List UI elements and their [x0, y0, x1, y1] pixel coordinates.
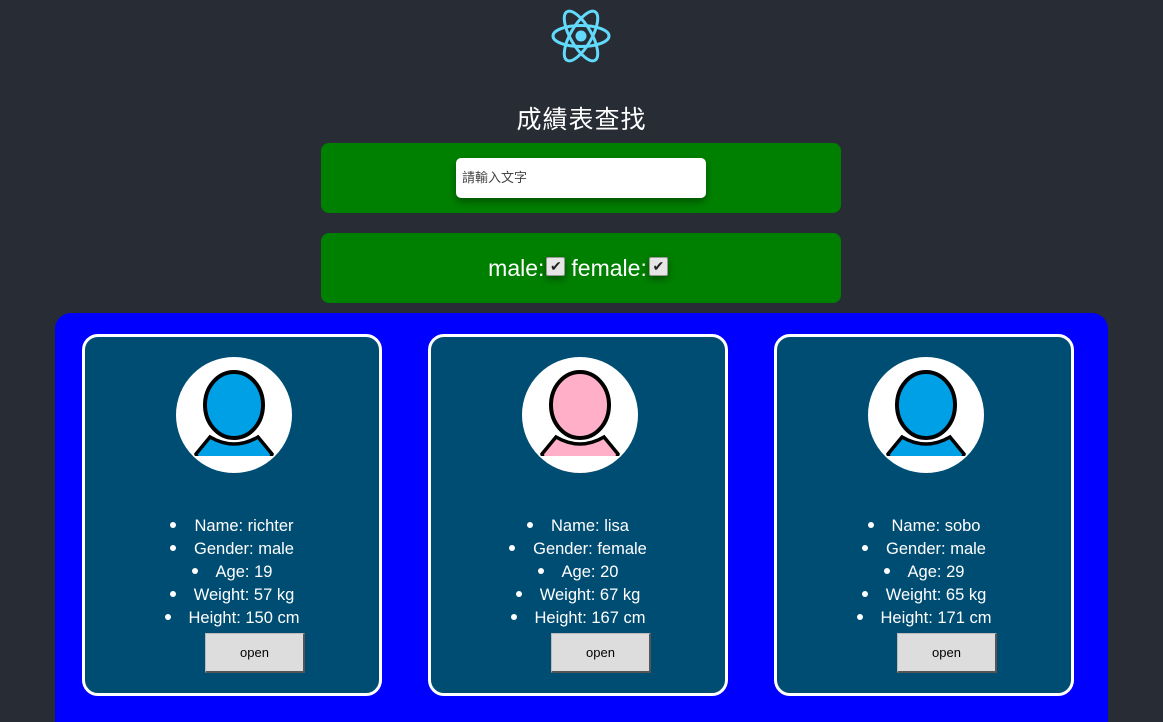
checkmark-icon: ✔ [550, 258, 562, 274]
female-checkbox[interactable]: ✔ [648, 256, 668, 276]
student-name: Name: sobo [891, 517, 981, 535]
male-checkbox[interactable]: ✔ [546, 256, 566, 276]
list-item: Age: 29 [777, 561, 1071, 584]
open-button[interactable]: open [205, 633, 305, 673]
student-age: Age: 19 [215, 563, 273, 581]
list-item: Height: 150 cm [85, 607, 379, 630]
student-card: Name: sobo Gender: male Age: 29 Weight: … [774, 334, 1074, 696]
student-weight: Weight: 67 kg [539, 586, 641, 604]
female-avatar-icon [522, 357, 638, 473]
filter-row: male: ✔ female: ✔ [321, 233, 841, 303]
student-info-list: Name: richter Gender: male Age: 19 Weigh… [85, 515, 379, 630]
student-age: Age: 29 [907, 563, 965, 581]
student-gender: Gender: female [533, 540, 647, 558]
cards-panel: Name: richter Gender: male Age: 19 Weigh… [55, 313, 1108, 722]
student-height: Height: 167 cm [534, 609, 646, 627]
student-age: Age: 20 [561, 563, 619, 581]
male-avatar-icon [176, 357, 292, 473]
list-item: Height: 167 cm [431, 607, 725, 630]
page: 成績表查找 male: ✔ female: ✔ Name: richter [0, 0, 1163, 722]
student-height: Height: 171 cm [880, 609, 992, 627]
gender-filter-panel: male: ✔ female: ✔ [321, 233, 841, 303]
student-name: Name: richter [194, 517, 294, 535]
search-panel [321, 143, 841, 213]
list-item: Gender: male [777, 538, 1071, 561]
list-item: Weight: 67 kg [431, 584, 725, 607]
student-weight: Weight: 65 kg [885, 586, 987, 604]
list-item: Age: 19 [85, 561, 379, 584]
list-item: Name: sobo [777, 515, 1071, 538]
student-info-list: Name: sobo Gender: male Age: 29 Weight: … [777, 515, 1071, 630]
list-item: Age: 20 [431, 561, 725, 584]
list-item: Weight: 57 kg [85, 584, 379, 607]
list-item: Name: lisa [431, 515, 725, 538]
open-button[interactable]: open [551, 633, 651, 673]
student-gender: Gender: male [886, 540, 986, 558]
list-item: Weight: 65 kg [777, 584, 1071, 607]
open-button[interactable]: open [897, 633, 997, 673]
student-weight: Weight: 57 kg [193, 586, 295, 604]
student-height: Height: 150 cm [188, 609, 300, 627]
student-gender: Gender: male [194, 540, 294, 558]
list-item: Name: richter [85, 515, 379, 538]
student-card: Name: richter Gender: male Age: 19 Weigh… [82, 334, 382, 696]
list-item: Gender: female [431, 538, 725, 561]
list-item: Height: 171 cm [777, 607, 1071, 630]
search-input[interactable] [456, 158, 706, 198]
page-title: 成績表查找 [516, 105, 647, 134]
student-card: Name: lisa Gender: female Age: 20 Weight… [428, 334, 728, 696]
student-name: Name: lisa [551, 517, 629, 535]
male-avatar-icon [868, 357, 984, 473]
react-logo-icon [551, 4, 611, 68]
student-info-list: Name: lisa Gender: female Age: 20 Weight… [431, 515, 725, 630]
list-item: Gender: male [85, 538, 379, 561]
female-filter-label: female: [571, 254, 647, 281]
male-filter-label: male: [488, 254, 545, 281]
checkmark-icon: ✔ [652, 258, 665, 274]
